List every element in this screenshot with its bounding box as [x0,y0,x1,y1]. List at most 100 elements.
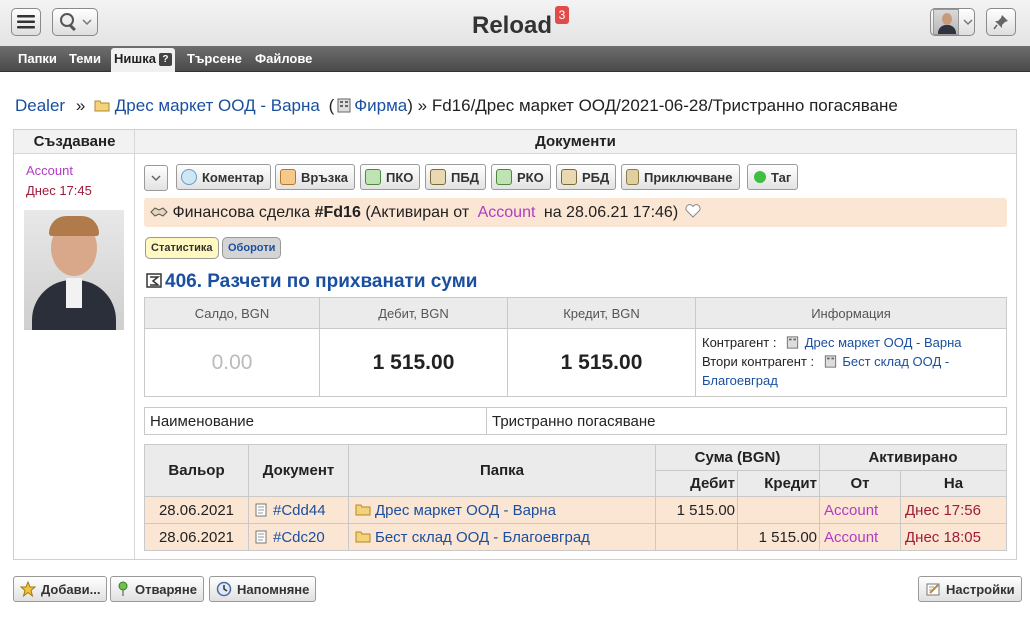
remind-button-label: Напомняне [237,581,310,597]
summary-header-info: Информация [695,297,1007,329]
open-button-label: Отваряне [135,581,197,597]
menu-item-folders[interactable]: Папки [15,48,60,70]
row-debit [655,523,738,551]
contragent-label: Контрагент : [702,335,777,350]
help-icon[interactable]: ? [158,53,172,66]
folder-icon [94,100,110,112]
link-button[interactable]: Връзка [275,164,356,190]
row-document[interactable]: #Cdc20 [248,523,349,551]
author-name[interactable]: Account [26,163,73,178]
ledger-header-document: Документ [248,444,349,497]
open-button[interactable]: Отваряне [110,576,204,602]
name-table: Наименование Тристранно погасяване [144,407,1007,435]
summary-debit-value: 1 515.00 [319,328,508,397]
settings-button-label: Настройки [946,581,1015,597]
second-contragent-line1: Бест склад ООД - [842,354,950,369]
table-row[interactable]: 28.06.2021 #Cdc20 Бест склад ООД - Благо… [144,523,1007,551]
account-title-text: 406. Разчети по прихванати суми [165,271,478,292]
row-from[interactable]: Account [819,496,901,524]
table-row[interactable]: 28.06.2021 #Cdd44 Дрес маркет ООД - Варн… [144,496,1007,524]
breadcrumb-paren: ( [328,96,335,115]
close-deal-button[interactable]: Приключване [621,164,740,190]
row-debit: 1 515.00 [655,496,738,524]
add-button[interactable]: Добави... [13,576,108,602]
user-menu-button[interactable] [930,8,975,36]
tag-button[interactable]: Таг [747,164,799,190]
remind-button[interactable]: Напомняне [209,576,317,602]
account-title: 406. Разчети по прихванати суми [146,271,477,293]
deal-activated-by[interactable]: Account [478,204,536,221]
settings-button[interactable]: Настройки [918,576,1022,602]
ledger-header-on: На [900,470,1007,497]
pko-button-label: ПКО [386,169,414,185]
folder-icon [355,531,371,542]
row-folder-link[interactable]: Дрес маркет ООД - Варна [375,502,556,519]
summary-credit-value: 1 515.00 [507,328,696,397]
breadcrumb-company-link[interactable]: Фирма [354,96,407,115]
summary-header-debit: Дебит, BGN [319,297,508,329]
breadcrumb: Dealer » Дрес маркет ООД - Варна (Фирма)… [15,96,898,116]
ledger-header-credit: Кредит [737,470,820,497]
author-photo [24,210,124,330]
deal-header: Финансова сделка #Fd16 (Активиран от Acc… [144,198,1007,227]
row-from[interactable]: Account [819,523,901,551]
rko-button[interactable]: РКО [491,164,551,190]
menu-item-topics[interactable]: Теми [66,48,104,70]
row-date: 28.06.2021 [144,496,249,524]
thread-panel: Създаване Документи Account Днес 17:45 К… [13,129,1017,560]
pin-button[interactable] [986,8,1016,36]
comment-button[interactable]: Коментар [176,164,271,190]
second-contragent-line2: Благоевград [702,373,778,388]
row-folder[interactable]: Бест склад ООД - Благоевград [348,523,656,551]
row-document[interactable]: #Cdd44 [248,496,349,524]
row-on: Днес 17:56 [900,496,1007,524]
breadcrumb-current: ) » Fd16/Дрес маркет ООД/2021-06-28/Трис… [407,96,898,115]
company-icon [337,98,351,113]
row-document-link[interactable]: #Cdc20 [273,529,325,546]
author-time: Днес 17:45 [26,183,92,198]
breadcrumb-root-link[interactable]: Dealer [15,96,65,115]
row-document-link[interactable]: #Cdd44 [273,502,326,519]
summary-info: Контрагент : Дрес маркет ООД - Варна Вто… [695,328,1007,397]
menu-item-thread[interactable]: Нишка? [111,48,175,72]
column-header-documents: Документи [135,130,1016,154]
folder-icon [355,504,371,515]
menu-item-files[interactable]: Файлове [252,48,315,70]
row-folder[interactable]: Дрес маркет ООД - Варна [348,496,656,524]
more-options-button[interactable] [144,165,168,191]
handshake-icon [150,207,168,217]
deal-date: на 28.06.21 17:46) [543,204,679,221]
link-button-label: Връзка [301,169,349,185]
menu-item-search[interactable]: Търсене [184,48,245,70]
ledger-header-folder: Папка [348,444,656,497]
pbd-button[interactable]: ПБД [425,164,486,190]
heart-icon[interactable] [685,204,701,218]
main-menu-button[interactable] [11,8,41,36]
summary-saldo-value: 0.00 [144,328,320,397]
row-folder-link[interactable]: Бест склад ООД - Благоевград [375,529,590,546]
ledger-table: Вальор Документ Папка Сума (BGN) Активир… [144,444,1007,551]
second-contragent-label: Втори контрагент : [702,354,815,369]
name-value: Тристранно погасяване [486,407,1007,435]
breadcrumb-folder-link[interactable]: Дрес маркет ООД - Варна [115,96,320,115]
rbd-button-label: РБД [582,169,610,185]
ledger-header-debit: Дебит [655,470,738,497]
comment-icon [181,169,197,185]
hamburger-icon [17,15,35,29]
tab-turnover[interactable]: Обороти [222,237,282,259]
deal-type: Финансова сделка [172,204,311,221]
notification-badge[interactable]: 3 [555,6,569,24]
company-icon [786,336,799,349]
contragent-link[interactable]: Дрес маркет ООД - Варна [805,335,962,350]
close-deal-button-label: Приключване [644,169,733,185]
ledger-header-valor: Вальор [144,444,249,497]
tab-statistics[interactable]: Статистика [145,237,219,259]
menu-item-thread-label: Нишка [114,51,156,66]
rbd-button[interactable]: РБД [556,164,617,190]
search-menu-button[interactable] [52,8,98,36]
pko-button[interactable]: ПКО [360,164,421,190]
star-icon [20,581,36,597]
tag-button-label: Таг [771,169,792,185]
row-credit [737,496,820,524]
rko-button-label: РКО [517,169,544,185]
